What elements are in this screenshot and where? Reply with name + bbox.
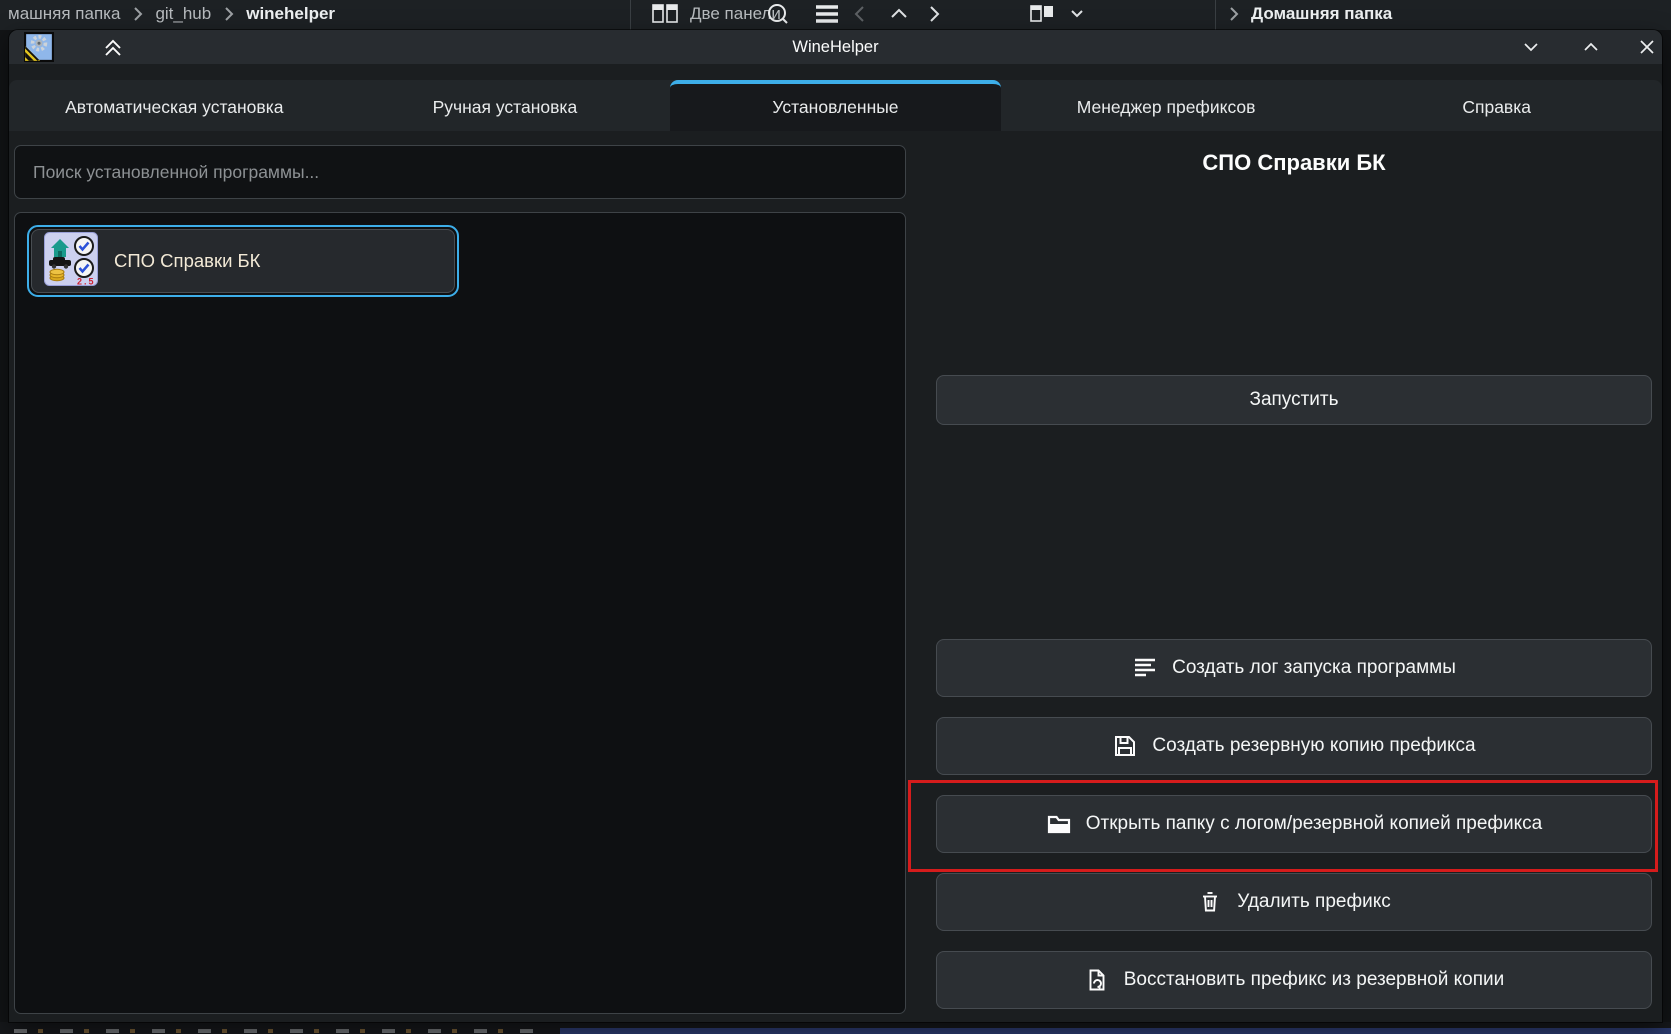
chevron-right-icon [926,3,942,25]
home-folder-tab[interactable]: Домашняя папка [1228,0,1392,30]
dual-panel-button[interactable]: Две панели [652,0,781,30]
selected-program-title: СПО Справки БК [936,150,1652,176]
toolbar-divider [630,0,631,30]
maximize-button[interactable] [1581,38,1601,56]
background-blue-edge [560,1028,1671,1034]
home-folder-label: Домашняя папка [1251,4,1392,24]
minimize-button[interactable] [1521,38,1541,56]
log-lines-icon [1132,655,1158,681]
window-title: WineHelper [9,30,1662,64]
tab-installed[interactable]: Установленные [670,80,1001,131]
screen: машняя папка git_hub winehelper Две пане… [0,0,1671,1034]
chevron-up-icon [888,3,910,25]
create-log-button[interactable]: Создать лог запуска программы [936,639,1652,697]
split-panel-icon [652,3,678,25]
installed-programs-list: 2.5 СПО Справки БК [14,212,906,1014]
list-item-spo-spravki[interactable]: 2.5 СПО Справки БК [27,225,459,297]
toolbar-divider [1215,0,1216,30]
panel-layout-button[interactable] [1030,0,1086,30]
folder-icon [1046,811,1072,837]
trash-icon [1197,889,1223,915]
run-button[interactable]: Запустить [936,375,1652,425]
program-label: СПО Справки БК [114,250,260,272]
backup-prefix-button[interactable]: Создать резервную копию префикса [936,717,1652,775]
nav-forward-button[interactable] [926,0,942,30]
tab-bar: Автоматическая установка Ручная установк… [9,80,1662,131]
winehelper-window: WineHelper Автоматическая установка Ручн… [9,30,1662,1022]
hamburger-icon [814,2,840,26]
search-input[interactable] [14,145,906,199]
cut-off-terminal-text [14,1029,534,1033]
restore-prefix-label: Восстановить префикс из резервной копии [1124,969,1505,991]
tab-manual-install[interactable]: Ручная установка [340,80,671,131]
menu-button[interactable] [814,0,840,30]
breadcrumb: машняя папка git_hub winehelper [8,0,335,30]
chevron-right-icon [132,4,143,24]
nav-up-button[interactable] [888,0,910,30]
create-log-label: Создать лог запуска программы [1172,657,1456,679]
chevron-down-icon [1068,5,1086,23]
chevron-down-icon [1522,38,1540,56]
tab-prefix-manager[interactable]: Менеджер префиксов [1001,80,1332,131]
titlebar: WineHelper [9,30,1662,64]
program-app-icon: 2.5 [44,232,98,291]
nav-back-button[interactable] [852,0,868,30]
background-bottom-strip [0,1022,1671,1034]
restore-backup-icon [1084,967,1110,993]
open-folder-button[interactable]: Открыть папку с логом/резервной копией п… [936,795,1652,853]
breadcrumb-item-home-folder[interactable]: машняя папка [8,4,120,24]
close-button[interactable] [1637,38,1657,56]
chevron-right-icon [1228,4,1239,24]
tab-auto-install[interactable]: Автоматическая установка [9,80,340,131]
close-icon [1639,39,1655,55]
tab-help[interactable]: Справка [1331,80,1662,131]
chevron-up-icon [1582,38,1600,56]
breadcrumb-item-winehelper[interactable]: winehelper [246,4,335,24]
save-icon [1112,733,1138,759]
delete-prefix-button[interactable]: Удалить префикс [936,873,1652,931]
open-folder-label: Открыть папку с логом/резервной копией п… [1086,813,1543,835]
restore-prefix-button[interactable]: Восстановить префикс из резервной копии [936,951,1652,1009]
run-button-label: Запустить [1249,389,1338,411]
backup-prefix-label: Создать резервную копию префикса [1152,735,1475,757]
delete-prefix-label: Удалить префикс [1237,891,1391,913]
search-icon [766,2,790,26]
chevron-right-icon [223,4,234,24]
background-file-manager-toolbar: машняя папка git_hub winehelper Две пане… [0,0,1671,30]
panel-layout-icon [1030,3,1056,25]
svg-text:2.5: 2.5 [77,276,96,286]
list-item-body: 2.5 СПО Справки БК [31,229,455,293]
chevron-left-icon [852,3,868,25]
breadcrumb-item-git-hub[interactable]: git_hub [155,4,211,24]
search-button[interactable] [766,0,790,30]
